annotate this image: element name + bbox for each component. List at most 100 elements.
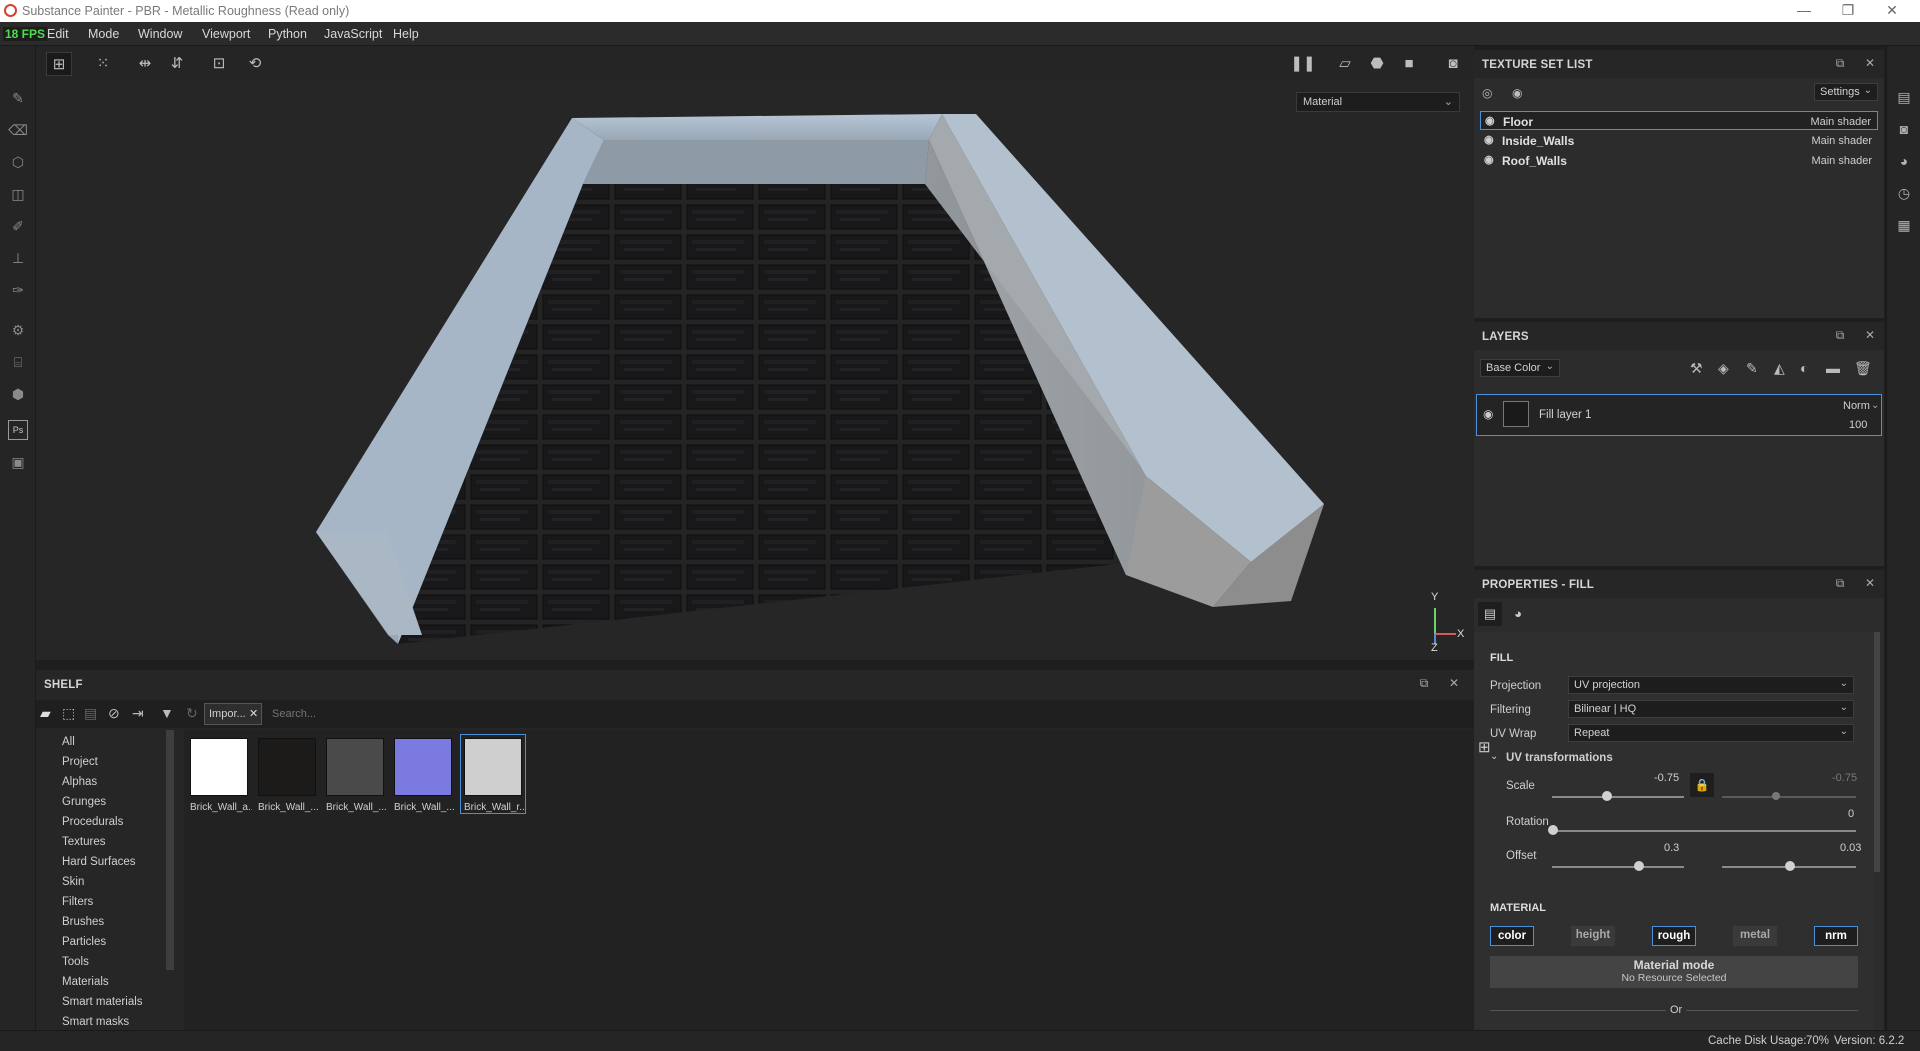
eye-icon[interactable]: ◉ bbox=[1485, 114, 1495, 127]
category-item[interactable]: Smart materials bbox=[62, 996, 143, 1008]
folder-icon[interactable]: ▰ bbox=[40, 705, 51, 722]
rotation-slider[interactable] bbox=[1552, 830, 1856, 832]
category-item[interactable]: Textures bbox=[62, 836, 105, 848]
eye-icon[interactable]: ◉ bbox=[1484, 133, 1494, 146]
rotation-value[interactable]: 0 bbox=[1848, 808, 1854, 820]
rotation-knob[interactable] bbox=[1548, 825, 1558, 835]
clone-stamp-icon[interactable]: ⊥ bbox=[8, 248, 28, 268]
category-item[interactable]: Grunges bbox=[62, 796, 106, 808]
projection-dropdown[interactable]: UV projection ⌄ bbox=[1568, 676, 1854, 694]
frame-icon[interactable]: ⊡ bbox=[206, 52, 232, 76]
shelf-search-input[interactable] bbox=[266, 703, 1466, 725]
dot-grid-icon[interactable]: ⁙ bbox=[90, 52, 116, 76]
texture-set-row[interactable]: ◉ Floor Main shader bbox=[1480, 111, 1878, 130]
eye-icon[interactable]: ◉ bbox=[1512, 86, 1522, 100]
category-item[interactable]: All bbox=[62, 736, 75, 748]
material-tab-icon[interactable]: ◕ bbox=[1506, 602, 1530, 626]
menu-edit[interactable]: Edit bbox=[47, 27, 69, 41]
eye-icon[interactable]: ◉ bbox=[1484, 153, 1494, 166]
channel-metal-toggle[interactable]: metal bbox=[1733, 926, 1777, 946]
display-settings-icon[interactable]: ◙ bbox=[1895, 120, 1913, 138]
filtering-dropdown[interactable]: Bilinear | HQ ⌄ bbox=[1568, 700, 1854, 718]
3d-view-icon[interactable]: ⬣ bbox=[1364, 52, 1390, 76]
plugin-icon[interactable]: ⬢ bbox=[8, 384, 28, 404]
undock-icon[interactable]: ⧉ bbox=[1832, 328, 1848, 343]
smudge-icon[interactable]: ✐ bbox=[8, 216, 28, 236]
filter-icon[interactable]: ▼ bbox=[160, 705, 174, 721]
layer-row[interactable]: ◉ Fill layer 1 Norm ⌄ 100 bbox=[1476, 394, 1882, 436]
texture-set-settings-dropdown[interactable]: Settings ⌄ bbox=[1814, 83, 1878, 101]
symmetry-x-icon[interactable]: ⇹ bbox=[132, 52, 158, 76]
delete-layer-icon[interactable]: 🗑 bbox=[1854, 360, 1872, 377]
history-icon[interactable]: ⟲ bbox=[242, 52, 268, 76]
viewport-mode-select[interactable]: Material ⌄ bbox=[1296, 92, 1460, 112]
export-icon[interactable]: ▣ bbox=[8, 452, 28, 472]
history-icon[interactable]: ◷ bbox=[1895, 184, 1913, 202]
uv-transformations-header[interactable]: UV transformations bbox=[1506, 752, 1613, 764]
category-item[interactable]: Brushes bbox=[62, 916, 104, 928]
add-folder-icon[interactable]: ▬ bbox=[1826, 360, 1840, 376]
scale-u-slider[interactable] bbox=[1552, 796, 1684, 798]
menu-mode[interactable]: Mode bbox=[88, 27, 119, 41]
menu-help[interactable]: Help bbox=[393, 27, 419, 41]
restore-button[interactable]: ❐ bbox=[1828, 2, 1868, 19]
scale-u-value[interactable]: -0.75 bbox=[1654, 772, 1679, 784]
offset-u-slider[interactable] bbox=[1552, 866, 1684, 868]
channel-color-toggle[interactable]: color bbox=[1490, 926, 1534, 946]
symmetry-y-icon[interactable]: ⇵ bbox=[164, 52, 190, 76]
undock-icon[interactable]: ⧉ bbox=[1832, 576, 1848, 591]
2d-view-icon[interactable]: ▱ bbox=[1332, 52, 1358, 76]
offset-v-value[interactable]: 0.03 bbox=[1840, 842, 1861, 854]
eraser-icon[interactable]: ⌫ bbox=[8, 120, 28, 140]
properties-scrollbar[interactable] bbox=[1874, 632, 1880, 872]
add-fill-layer-icon[interactable]: ◭ bbox=[1774, 360, 1785, 377]
menu-viewport[interactable]: Viewport bbox=[202, 27, 250, 41]
import-icon[interactable]: ⇥ bbox=[132, 705, 144, 722]
filter-tag[interactable]: Impor... ✕ bbox=[204, 703, 262, 725]
categories-scrollbar[interactable] bbox=[166, 730, 174, 970]
projection-icon[interactable]: ⬡ bbox=[8, 152, 28, 172]
add-effect-icon[interactable]: ⚒ bbox=[1690, 360, 1703, 377]
close-window-button[interactable]: ✕ bbox=[1872, 2, 1912, 19]
resource-thumbnail-selected[interactable]: Brick_Wall_r... bbox=[460, 734, 526, 814]
close-panel-icon[interactable]: ✕ bbox=[1862, 328, 1878, 342]
pause-icon[interactable]: ❚❚ bbox=[1290, 52, 1316, 76]
texture-set-settings-icon[interactable]: ▤ bbox=[1895, 88, 1913, 106]
reset-icon[interactable]: ↻ bbox=[186, 705, 198, 722]
category-item[interactable]: Procedurals bbox=[62, 816, 123, 828]
layer-opacity[interactable]: 100 bbox=[1849, 419, 1867, 431]
bake-icon[interactable]: ⌸ bbox=[8, 352, 28, 372]
color-picker-icon[interactable]: ✑ bbox=[8, 280, 28, 300]
uv-wrap-dropdown[interactable]: Repeat ⌄ bbox=[1568, 724, 1854, 742]
hide-all-icon[interactable]: ◎ bbox=[1482, 86, 1492, 100]
category-item[interactable]: Materials bbox=[62, 976, 109, 988]
texture-set-row[interactable]: ◉ Roof_Walls Main shader bbox=[1480, 151, 1878, 170]
menu-python[interactable]: Python bbox=[268, 27, 307, 41]
undock-icon[interactable]: ⧉ bbox=[1832, 56, 1848, 71]
photoshop-icon[interactable]: Ps bbox=[8, 420, 28, 440]
save-icon[interactable]: ▤ bbox=[84, 705, 97, 722]
material-mode-slot[interactable]: Material mode No Resource Selected bbox=[1490, 956, 1858, 988]
shader-settings-icon[interactable]: ◕ bbox=[1895, 152, 1913, 170]
scale-v-value[interactable]: -0.75 bbox=[1832, 772, 1857, 784]
scale-v-slider[interactable] bbox=[1722, 796, 1856, 798]
category-item[interactable]: Tools bbox=[62, 956, 89, 968]
category-item[interactable]: Particles bbox=[62, 936, 106, 948]
log-icon[interactable]: ▦ bbox=[1895, 216, 1913, 234]
undock-icon[interactable]: ⧉ bbox=[1416, 676, 1432, 691]
add-paint-layer-icon[interactable]: ✎ bbox=[1746, 360, 1758, 377]
grid-view-toggle-icon[interactable]: ⊞ bbox=[1478, 738, 1491, 756]
layer-visibility-eye-icon[interactable]: ◉ bbox=[1483, 407, 1493, 421]
channel-dropdown[interactable]: Base Color ⌄ bbox=[1480, 359, 1560, 377]
add-mask-icon[interactable]: ◈ bbox=[1718, 360, 1729, 377]
close-panel-icon[interactable]: ✕ bbox=[1862, 56, 1878, 70]
category-item[interactable]: Alphas bbox=[62, 776, 97, 788]
3d-viewport[interactable]: Y X Z Material ⌄ bbox=[36, 82, 1474, 660]
offset-v-knob[interactable] bbox=[1785, 861, 1795, 871]
close-panel-icon[interactable]: ✕ bbox=[1862, 576, 1878, 590]
blend-mode-dropdown[interactable]: Norm bbox=[1843, 400, 1870, 412]
grid-view-icon[interactable]: ⊞ bbox=[46, 52, 72, 76]
new-tab-icon[interactable]: ⬚ bbox=[62, 705, 75, 722]
category-item[interactable]: Hard Surfaces bbox=[62, 856, 136, 868]
menu-window[interactable]: Window bbox=[138, 27, 182, 41]
